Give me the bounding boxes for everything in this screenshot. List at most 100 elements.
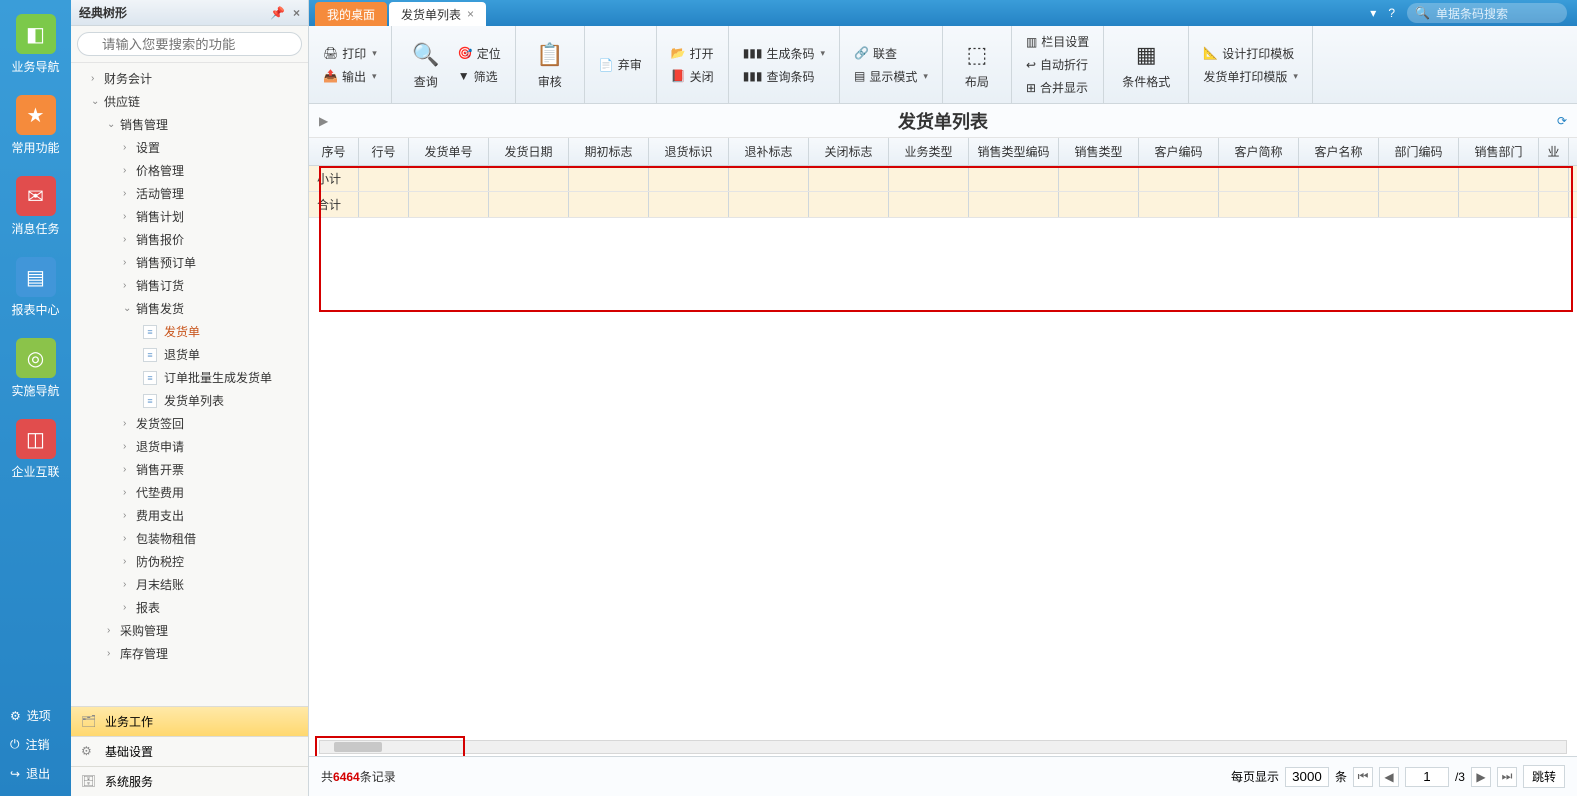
tree-node[interactable]: ›销售订货 (71, 274, 308, 297)
rail-item-impl[interactable]: ◎实施导航 (0, 324, 71, 405)
tree-search-input[interactable] (77, 32, 302, 56)
tree-node[interactable]: ⌄销售管理 (71, 113, 308, 136)
column-header[interactable]: 期初标志 (569, 138, 649, 165)
open-button[interactable]: 📂打开 (667, 43, 718, 64)
tree-node[interactable]: ›代垫费用 (71, 481, 308, 504)
tree-node[interactable]: ›采购管理 (71, 619, 308, 642)
audit-button[interactable]: 📋审核 (526, 35, 574, 94)
col-setting-button[interactable]: ▥栏目设置 (1022, 31, 1093, 52)
column-header[interactable]: 退货标识 (649, 138, 729, 165)
jump-button[interactable]: 跳转 (1523, 765, 1565, 788)
tree-node[interactable]: ›活动管理 (71, 182, 308, 205)
tree-node[interactable]: ≡发货单列表 (71, 389, 308, 412)
column-header[interactable]: 发货日期 (489, 138, 569, 165)
column-header[interactable]: 退补标志 (729, 138, 809, 165)
layout-button[interactable]: ⬚布局 (953, 35, 1001, 94)
tree-tab-sys[interactable]: 🗄系统服务 (71, 766, 308, 796)
page-input[interactable] (1405, 767, 1449, 787)
scroll-thumb[interactable] (334, 742, 382, 752)
tree-node[interactable]: ≡退货单 (71, 343, 308, 366)
export-button[interactable]: 📤输出▾ (319, 66, 381, 87)
abandon-button[interactable]: 📄弃审 (595, 54, 646, 75)
tree-tab-biz[interactable]: 🗂业务工作 (71, 706, 308, 736)
refresh-icon[interactable]: ⟳ (1557, 114, 1567, 128)
close-icon[interactable]: × (293, 6, 300, 20)
filter-button[interactable]: ▼筛选 (454, 66, 505, 87)
record-count: 共6464条记录 (321, 768, 396, 785)
rail-logout[interactable]: ⏻注销 (0, 730, 71, 759)
next-page-button[interactable]: ▶ (1471, 767, 1491, 787)
rail-item-fav[interactable]: ★常用功能 (0, 81, 71, 162)
prev-page-button[interactable]: ◀ (1379, 767, 1399, 787)
column-header[interactable]: 销售类型 (1059, 138, 1139, 165)
tree-node[interactable]: ›防伪税控 (71, 550, 308, 573)
column-header[interactable]: 业务类型 (889, 138, 969, 165)
tree-tab-base[interactable]: ⚙基础设置 (71, 736, 308, 766)
h-scrollbar[interactable] (319, 740, 1567, 754)
query-barcode-button[interactable]: ▮▮▮查询条码 (739, 66, 829, 87)
tree-node[interactable]: ›销售开票 (71, 458, 308, 481)
merge-button[interactable]: ⊞合并显示 (1022, 77, 1093, 98)
grid-cell (409, 192, 489, 217)
per-page-input[interactable] (1285, 767, 1329, 787)
column-header[interactable]: 行号 (359, 138, 409, 165)
gen-barcode-button[interactable]: ▮▮▮生成条码▾ (739, 43, 829, 64)
column-header[interactable]: 销售类型编码 (969, 138, 1059, 165)
last-page-button[interactable]: ⏭ (1497, 767, 1517, 787)
column-header[interactable]: 部门编码 (1379, 138, 1459, 165)
abandon-icon: 📄 (599, 58, 614, 72)
dropdown-icon[interactable]: ▾ (1370, 6, 1376, 20)
rail-options[interactable]: ⚙选项 (0, 701, 71, 730)
tree-node[interactable]: ›费用支出 (71, 504, 308, 527)
tree-node[interactable]: ›设置 (71, 136, 308, 159)
display-mode-button[interactable]: ▤显示模式▾ (850, 66, 932, 87)
column-header[interactable]: 客户名称 (1299, 138, 1379, 165)
column-header[interactable]: 销售部门 (1459, 138, 1539, 165)
rail-item-msg[interactable]: ✉消息任务 (0, 162, 71, 243)
tree-node[interactable]: ›销售计划 (71, 205, 308, 228)
tree-node[interactable]: ≡订单批量生成发货单 (71, 366, 308, 389)
design-print-button[interactable]: 📐设计打印模板 (1199, 43, 1302, 64)
tree-node[interactable]: ›财务会计 (71, 67, 308, 90)
help-icon[interactable]: ? (1388, 6, 1395, 20)
tab-shipment-list[interactable]: 发货单列表× (389, 2, 486, 26)
tree-node[interactable]: ›包装物租借 (71, 527, 308, 550)
column-header[interactable]: 业 (1539, 138, 1569, 165)
chevron-right-icon[interactable]: ▶ (319, 114, 328, 128)
tree-node[interactable]: ›库存管理 (71, 642, 308, 665)
tree-node[interactable]: ›销售报价 (71, 228, 308, 251)
auto-wrap-button[interactable]: ↩自动折行 (1022, 54, 1093, 75)
tree-node[interactable]: ⌄供应链 (71, 90, 308, 113)
tree-node[interactable]: ›月末结账 (71, 573, 308, 596)
tree-node[interactable]: ›价格管理 (71, 159, 308, 182)
print-button[interactable]: 🖨打印▾ (319, 43, 381, 64)
tree-node[interactable]: ›销售预订单 (71, 251, 308, 274)
tree-node[interactable]: ›发货签回 (71, 412, 308, 435)
rail-item-nav[interactable]: ◧业务导航 (0, 0, 71, 81)
pin-icon[interactable]: 📌 (270, 6, 285, 20)
rail-exit[interactable]: ↪退出 (0, 759, 71, 788)
grid-cell: 小计 (309, 166, 359, 191)
column-header[interactable]: 客户编码 (1139, 138, 1219, 165)
column-header[interactable]: 客户简称 (1219, 138, 1299, 165)
ship-print-button[interactable]: 发货单打印模版▾ (1199, 66, 1302, 87)
query-button[interactable]: 🔍查询 (402, 35, 450, 94)
tree-node[interactable]: ›退货申请 (71, 435, 308, 458)
first-page-button[interactable]: ⏮ (1353, 767, 1373, 787)
tree-node[interactable]: ≡发货单 (71, 320, 308, 343)
close-icon[interactable]: × (467, 7, 474, 21)
tab-home[interactable]: 我的桌面 (315, 2, 387, 26)
close-button[interactable]: 📕关闭 (667, 66, 718, 87)
tree-node[interactable]: ⌄销售发货 (71, 297, 308, 320)
rail-item-ent[interactable]: ◫企业互联 (0, 405, 71, 486)
rail-item-report[interactable]: ▤报表中心 (0, 243, 71, 324)
link-button[interactable]: 🔗联查 (850, 43, 932, 64)
cond-fmt-button[interactable]: ▦条件格式 (1114, 35, 1178, 94)
column-header[interactable]: 序号 (309, 138, 359, 165)
nav-tree[interactable]: ›财务会计⌄供应链⌄销售管理›设置›价格管理›活动管理›销售计划›销售报价›销售… (71, 63, 308, 707)
tree-node[interactable]: ›报表 (71, 596, 308, 619)
column-header[interactable]: 发货单号 (409, 138, 489, 165)
column-header[interactable]: 关闭标志 (809, 138, 889, 165)
top-search[interactable]: 🔍单据条码搜索 (1407, 3, 1567, 23)
locate-button[interactable]: 🎯定位 (454, 43, 505, 64)
